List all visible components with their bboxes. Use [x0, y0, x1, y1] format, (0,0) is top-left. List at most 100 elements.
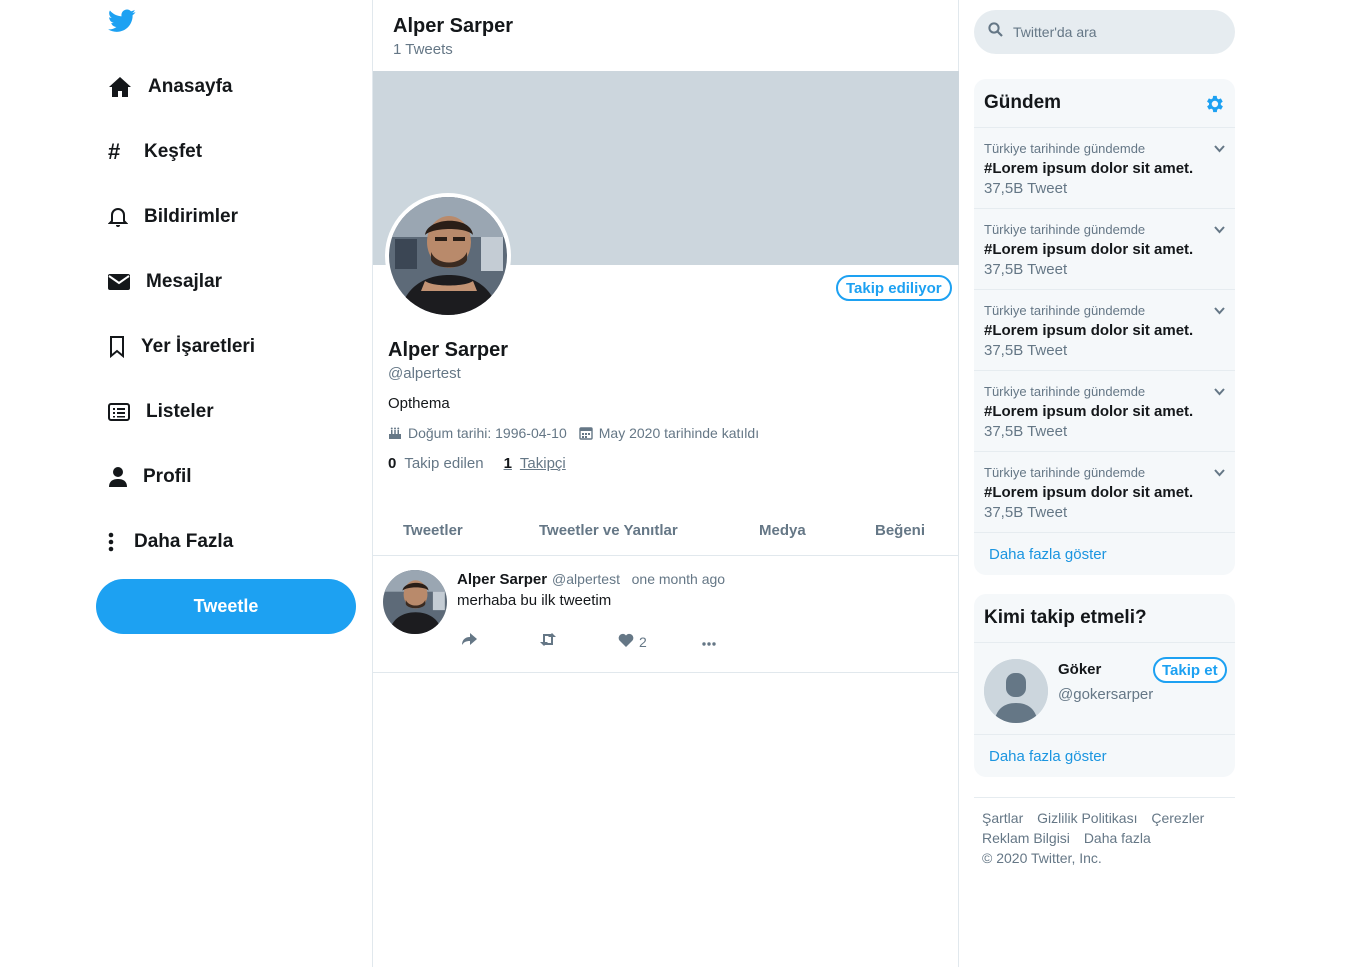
following-label: Takip edilen [404, 455, 484, 472]
trends-header: Gündem [974, 79, 1235, 128]
nav-messages[interactable]: Mesajlar [108, 262, 222, 302]
suggested-user[interactable]: Göker @gokersarper Takip et [974, 643, 1235, 735]
nav-home[interactable]: Anasayfa [108, 67, 233, 107]
trends-show-more-link[interactable]: Daha fazla göster [974, 533, 1235, 575]
left-sidebar: Anasayfa # Keşfet Bildirimler Mesajlar Y… [0, 0, 372, 967]
retweet-button[interactable] [539, 633, 557, 649]
tweet-time[interactable]: one month ago [632, 571, 725, 587]
profile-tabs: Tweetler Tweetler ve Yanıtlar Medya Beğe… [373, 508, 959, 556]
profile-avatar[interactable] [385, 193, 511, 319]
trend-context: Türkiye tarihinde gündemde [984, 465, 1146, 480]
footer-link-more[interactable]: Daha fazla [1084, 830, 1151, 846]
footer-link-cookies[interactable]: Çerezler [1151, 810, 1204, 826]
footer-copyright: © 2020 Twitter, Inc. [982, 850, 1102, 866]
suggested-user-handle: @gokersarper [1058, 686, 1154, 703]
tweet-author-handle[interactable]: @alpertest [552, 571, 620, 587]
like-button[interactable]: 2 [618, 633, 647, 650]
tab-media[interactable]: Medya [759, 522, 806, 539]
nav-label: Keşfet [144, 141, 203, 162]
search-input[interactable] [1013, 24, 1213, 40]
nav-lists[interactable]: Listeler [108, 392, 214, 432]
chevron-down-icon[interactable] [1214, 140, 1225, 158]
tweet-button[interactable]: Tweetle [96, 579, 356, 634]
search-box[interactable] [974, 10, 1235, 54]
follow-button[interactable]: Takip et [1153, 657, 1227, 683]
nav-label: Profil [143, 466, 192, 487]
tweet-author-name[interactable]: Alper Sarper [457, 571, 547, 588]
twitter-logo-icon[interactable] [108, 9, 136, 35]
tab-tweets[interactable]: Tweetler [403, 522, 463, 539]
trend-count: 37,5B Tweet [984, 342, 1068, 359]
nav-label: Anasayfa [148, 76, 233, 97]
more-horizontal-icon [702, 633, 716, 649]
envelope-icon [108, 271, 134, 293]
profile-name: Alper Sarper [388, 339, 509, 361]
tab-tweets-replies[interactable]: Tweetler ve Yanıtlar [539, 522, 678, 539]
right-sidebar: Gündem Türkiye tarihinde gündemde #Lorem… [959, 0, 1346, 967]
footer-link-terms[interactable]: Şartlar [982, 810, 1023, 826]
more-vertical-icon [108, 531, 126, 553]
trend-topic: #Lorem ipsum dolor sit amet. [984, 241, 1194, 258]
chevron-down-icon[interactable] [1214, 464, 1225, 482]
trend-context: Türkiye tarihinde gündemde [984, 303, 1146, 318]
tweet-item[interactable]: Alper Sarper @alpertest one month ago mer… [373, 557, 959, 673]
trends-title: Gündem [984, 92, 1062, 113]
followers-link[interactable]: 1 Takipçi [504, 455, 566, 472]
joined-text: May 2020 tarihinde katıldı [598, 425, 760, 441]
list-icon [108, 401, 134, 423]
tab-likes[interactable]: Beğeni [875, 522, 925, 539]
nav-label: Bildirimler [144, 206, 238, 227]
suggested-user-name: Göker [1058, 661, 1102, 678]
trend-context: Türkiye tarihinde gündemde [984, 222, 1146, 237]
twitter-profile-page: Anasayfa # Keşfet Bildirimler Mesajlar Y… [0, 0, 1346, 967]
trend-context: Türkiye tarihinde gündemde [984, 384, 1146, 399]
following-count: 0 [388, 455, 397, 472]
profile-birthdate: Doğum tarihi: 1996-04-10 [388, 425, 567, 441]
retweet-icon [539, 633, 557, 649]
footer-links-row-1: Şartlar Gizlilik Politikası Çerezler [982, 808, 1227, 828]
nav-notifications[interactable]: Bildirimler [108, 197, 238, 237]
trend-topic: #Lorem ipsum dolor sit amet. [984, 484, 1194, 501]
birth-text: Doğum tarihi: 1996-04-10 [408, 425, 567, 441]
trend-count: 37,5B Tweet [984, 423, 1068, 440]
nav-label: Daha Fazla [134, 531, 234, 552]
tweet-avatar[interactable] [383, 570, 447, 634]
profile-column: Alper Sarper 1 Tweets Takip ediliyor Alp… [372, 0, 959, 967]
footer-link-privacy[interactable]: Gizlilik Politikası [1037, 810, 1137, 826]
nav-label: Yer İşaretleri [141, 336, 256, 357]
profile-meta: Doğum tarihi: 1996-04-10 May 2020 tarihi… [388, 425, 771, 441]
nav-profile[interactable]: Profil [108, 457, 192, 497]
following-status-button[interactable]: Takip ediliyor [836, 275, 952, 301]
nav-more[interactable]: Daha Fazla [108, 522, 233, 562]
search-icon [988, 22, 1003, 42]
calendar-icon [579, 426, 593, 440]
footer-link-ads[interactable]: Reklam Bilgisi [982, 830, 1070, 846]
followers-count: 1 [503, 455, 512, 472]
trend-item[interactable]: Türkiye tarihinde gündemde #Lorem ipsum … [974, 290, 1235, 371]
chevron-down-icon[interactable] [1214, 302, 1225, 320]
chevron-down-icon[interactable] [1214, 221, 1225, 239]
default-avatar-icon[interactable] [984, 659, 1048, 723]
nav-explore[interactable]: # Keşfet [108, 132, 202, 172]
trend-item[interactable]: Türkiye tarihinde gündemde #Lorem ipsum … [974, 209, 1235, 290]
user-icon [108, 466, 134, 488]
trends-panel: Gündem Türkiye tarihinde gündemde #Lorem… [974, 79, 1235, 575]
trend-item[interactable]: Türkiye tarihinde gündemde #Lorem ipsum … [974, 128, 1235, 209]
following-link[interactable]: 0 Takip edilen [388, 455, 484, 472]
tweet-more-button[interactable] [702, 633, 716, 649]
trend-count: 37,5B Tweet [984, 180, 1068, 197]
reply-button[interactable] [462, 633, 477, 649]
footer-links-row-2: Reklam Bilgisi Daha fazla [982, 828, 1227, 848]
nav-bookmarks[interactable]: Yer İşaretleri [108, 327, 255, 367]
chevron-down-icon[interactable] [1214, 383, 1225, 401]
bookmark-icon [108, 336, 134, 358]
trend-item[interactable]: Türkiye tarihinde gündemde #Lorem ipsum … [974, 452, 1235, 533]
trend-count: 37,5B Tweet [984, 261, 1068, 278]
trend-item[interactable]: Türkiye tarihinde gündemde #Lorem ipsum … [974, 371, 1235, 452]
tweet-text: merhaba bu ilk tweetim [457, 592, 612, 609]
footer: Şartlar Gizlilik Politikası Çerezler Rek… [974, 797, 1235, 868]
who-to-follow-show-more-link[interactable]: Daha fazla göster [974, 735, 1235, 777]
settings-gear-icon[interactable] [1203, 93, 1225, 121]
trend-topic: #Lorem ipsum dolor sit amet. [984, 403, 1194, 420]
profile-stats: 0 Takip edilen 1 Takipçi [388, 455, 586, 472]
